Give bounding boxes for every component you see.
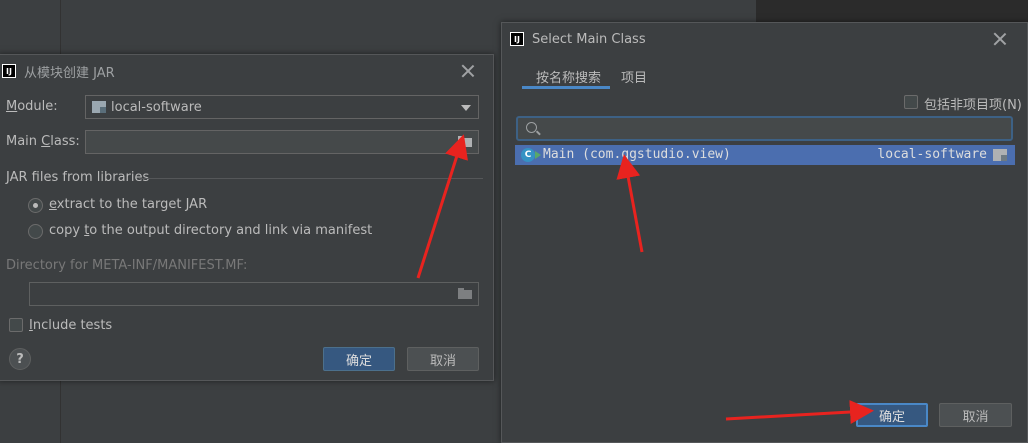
result-module-name: local-software <box>877 147 987 162</box>
module-select[interactable]: local-software <box>85 95 479 119</box>
module-icon <box>92 101 106 113</box>
module-label: Module: <box>6 99 58 114</box>
copy-radio-label[interactable]: copy to the output directory and link vi… <box>49 223 372 238</box>
dialog-titlebar: IJ 从模块创建 JAR <box>0 56 493 86</box>
jar-files-section-title: JAR files from libraries <box>6 170 150 185</box>
main-class-field[interactable] <box>85 130 479 154</box>
dialog-title: 从模块创建 JAR <box>24 65 115 81</box>
module-folder-icon <box>993 149 1007 161</box>
include-non-project-checkbox[interactable] <box>904 95 918 109</box>
dialog-titlebar: IJ Select Main Class <box>502 24 1027 54</box>
runnable-icon <box>535 151 541 159</box>
tab-selected-indicator <box>522 86 610 89</box>
close-icon[interactable] <box>993 32 1007 46</box>
search-icon <box>526 122 537 133</box>
cancel-button[interactable]: 取消 <box>939 403 1012 427</box>
intellij-logo-icon: IJ <box>510 32 524 46</box>
ok-button[interactable]: 确定 <box>323 347 395 371</box>
include-non-project-label[interactable]: 包括非项目项(N) <box>924 94 1022 113</box>
browse-folder-icon <box>458 288 472 299</box>
module-value: local-software <box>111 100 202 115</box>
create-jar-dialog: IJ 从模块创建 JAR Module: local-software Main… <box>0 54 494 381</box>
ok-button[interactable]: 确定 <box>856 403 928 427</box>
manifest-dir-label: Directory for META-INF/MANIFEST.MF: <box>6 258 248 273</box>
tab-search-by-name[interactable]: 按名称搜索 <box>536 67 601 86</box>
include-tests-label[interactable]: Include tests <box>29 318 112 333</box>
select-main-class-dialog: IJ Select Main Class 按名称搜索 项目 包括非项目项(N) … <box>501 22 1028 443</box>
close-icon[interactable] <box>461 64 475 78</box>
extract-radio[interactable] <box>28 198 43 213</box>
chevron-down-icon <box>461 105 471 111</box>
main-class-label: Main Class: <box>6 134 80 149</box>
section-separator <box>139 178 483 179</box>
dialog-title: Select Main Class <box>532 31 646 47</box>
browse-folder-icon[interactable] <box>458 136 472 147</box>
help-button[interactable]: ? <box>9 348 31 370</box>
cancel-button[interactable]: 取消 <box>407 347 479 371</box>
manifest-dir-field <box>29 282 479 306</box>
result-class-name: Main (com.qgstudio.view) <box>543 147 731 162</box>
copy-radio[interactable] <box>28 224 43 239</box>
list-item[interactable]: C Main (com.qgstudio.view) local-softwar… <box>515 145 1015 165</box>
intellij-logo-icon: IJ <box>2 64 16 78</box>
tab-project[interactable]: 项目 <box>621 67 647 86</box>
include-tests-checkbox[interactable] <box>9 318 23 332</box>
extract-radio-label[interactable]: extract to the target JAR <box>49 197 207 212</box>
class-icon: C <box>521 148 535 162</box>
class-search-input[interactable] <box>516 116 1013 141</box>
